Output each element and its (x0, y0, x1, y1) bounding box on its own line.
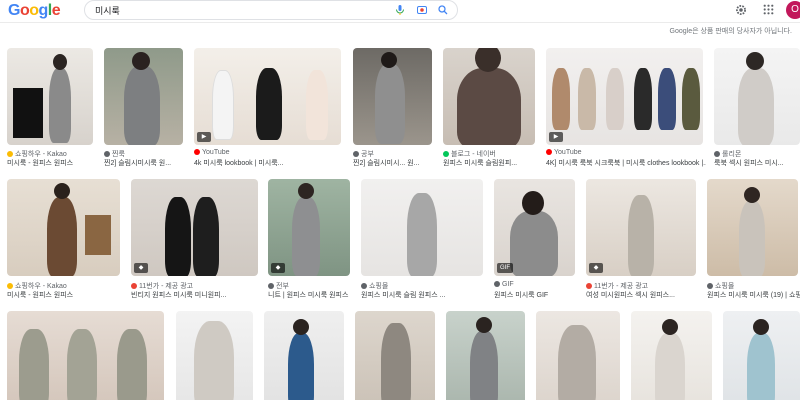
result-caption[interactable]: 공부찐2] 슬림시미시... 원... (353, 149, 437, 168)
result-caption[interactable]: YouTube 4k 미시룩 lookbook | 미시룩... (194, 149, 344, 168)
result-caption[interactable]: 11번가 - 제공 광고여성 미시원피스 섹시 원피스... (586, 281, 700, 300)
frame-image (13, 88, 43, 138)
result-caption[interactable]: YouTube 4K] 미시룩 룩북 시크룩북 | 미시룩 clothes loo… (546, 149, 706, 168)
logo-letter: G (8, 2, 20, 19)
result-title: 원피스 미시룩 GIF (494, 292, 549, 299)
result-title: 니트 | 원피스 미시룩 원피스 (268, 292, 349, 299)
search-input[interactable] (95, 4, 375, 17)
image-result-tile[interactable]: GIF (494, 179, 575, 276)
cabinet-image (85, 215, 111, 255)
search-box (84, 0, 458, 20)
gif-badge: GIF (497, 263, 513, 273)
tag-icon: ◆ (134, 263, 148, 273)
play-icon: ▶ (197, 132, 211, 142)
image-result-tile[interactable]: ▶ (546, 48, 703, 145)
result-source: 쇼핑몰 (361, 281, 487, 290)
image-result-tile[interactable] (714, 48, 800, 145)
logo-letter: o (19, 2, 30, 19)
image-result-tile[interactable] (7, 179, 120, 276)
result-source: 찐룩 (104, 149, 188, 158)
image-result-tile[interactable] (264, 311, 344, 400)
result-source: 롤리몬 (714, 149, 800, 158)
image-result-tile[interactable] (536, 311, 620, 400)
header-divider (0, 22, 800, 23)
image-result-tile[interactable] (446, 311, 525, 400)
result-title: 찐2] 슬림시미시... 원... (353, 160, 420, 167)
result-caption[interactable]: 블로그 - 네이버원피스 미시룩 슬림원피... (443, 149, 539, 168)
image-result-tile[interactable] (723, 311, 800, 400)
image-result-tile[interactable] (353, 48, 432, 145)
result-source: 쇼핑하우 - Kakao (7, 149, 97, 158)
header: Google O (0, 0, 800, 22)
image-result-tile[interactable] (707, 179, 798, 276)
result-caption[interactable]: 전부니트 | 원피스 미시룩 원피스 (268, 281, 354, 300)
result-caption[interactable]: 쇼핑몰원피스 미시룩 슬림 원피스 ... (361, 281, 487, 300)
search-icon[interactable] (437, 4, 449, 16)
result-title: 빈티지 원피스 미시룩 미니원피... (131, 292, 227, 299)
image-result-tile[interactable] (361, 179, 483, 276)
image-result-tile[interactable] (631, 311, 712, 400)
result-title: 원피스 미시룩 미시룩 (19) | 쇼핑몰 (707, 292, 800, 299)
result-source: 공부 (353, 149, 437, 158)
result-title: 4k 미시룩 lookbook | 미시룩... (194, 160, 284, 167)
result-caption[interactable]: 11번가 - 제공 광고빈티지 원피스 미시룩 미니원피... (131, 281, 261, 300)
result-source: YouTube (546, 149, 706, 158)
search-results-page: Google O Google은 상품 판매의 당사자가 아닙니다. ▶ (0, 0, 800, 400)
result-title: 미시룩 - 원피스 원피스 (7, 160, 74, 167)
image-result-tile[interactable] (7, 311, 164, 400)
result-title: 찐2] 슬림시미시룩 원... (104, 160, 172, 167)
result-source: 쇼핑몰 (707, 281, 800, 290)
result-caption[interactable]: 롤리몬룩북 섹시 원피스 미시... (714, 149, 800, 168)
result-caption[interactable]: 쇼핑하우 - Kakao 미시룩 - 원피스 원피스 (7, 281, 123, 300)
play-icon: ▶ (549, 132, 563, 142)
result-caption[interactable]: 쇼핑몰원피스 미시룩 미시룩 (19) | 쇼핑몰 (707, 281, 800, 300)
seller-notice: Google은 상품 판매의 당사자가 아닙니다. (669, 28, 792, 35)
image-result-tile[interactable]: ◆ (586, 179, 696, 276)
apps-grid-icon[interactable] (762, 3, 775, 16)
result-source: 11번가 - 제공 광고 (131, 281, 261, 290)
result-title: 룩북 섹시 원피스 미시... (714, 160, 784, 167)
logo-letter: g (38, 2, 49, 19)
account-avatar[interactable]: O (786, 1, 800, 19)
result-source: 전부 (268, 281, 354, 290)
gear-icon[interactable] (734, 3, 748, 17)
logo-letter: e (51, 2, 61, 19)
image-result-tile[interactable]: ◆ (268, 179, 350, 276)
result-source: 쇼핑하우 - Kakao (7, 281, 123, 290)
image-result-tile[interactable] (176, 311, 253, 400)
result-title: 원피스 미시룩 슬림원피... (443, 160, 518, 167)
image-result-tile[interactable]: ▶ (194, 48, 341, 145)
image-result-tile[interactable] (104, 48, 183, 145)
image-result-tile[interactable]: ◆ (131, 179, 258, 276)
logo-letter: o (29, 2, 39, 19)
result-title: 여성 미시원피스 섹시 원피스... (586, 292, 675, 299)
result-source: YouTube (194, 149, 344, 158)
image-result-tile[interactable] (355, 311, 435, 400)
result-source: 11번가 - 제공 광고 (586, 281, 700, 290)
result-title: 4K] 미시룩 룩북 시크룩북 | 미시룩 clothes lookbook |… (546, 160, 706, 167)
result-caption[interactable]: GIF 원피스 미시룩 GIF (494, 281, 578, 300)
mic-icon[interactable] (394, 4, 406, 16)
lens-icon[interactable] (416, 4, 428, 16)
image-result-tile[interactable] (7, 48, 93, 145)
google-logo[interactable]: Google (8, 2, 61, 20)
result-title: 원피스 미시룩 슬림 원피스 ... (361, 292, 446, 299)
result-source: 블로그 - 네이버 (443, 149, 539, 158)
tag-icon: ◆ (589, 263, 603, 273)
tag-icon: ◆ (271, 263, 285, 273)
result-source: GIF (494, 281, 578, 290)
result-title: 미시룩 - 원피스 원피스 (7, 292, 74, 299)
image-result-tile[interactable] (443, 48, 535, 145)
result-caption[interactable]: 쇼핑하우 - Kakao 미시룩 - 원피스 원피스 (7, 149, 97, 168)
result-caption[interactable]: 찐룩찐2] 슬림시미시룩 원... (104, 149, 188, 168)
